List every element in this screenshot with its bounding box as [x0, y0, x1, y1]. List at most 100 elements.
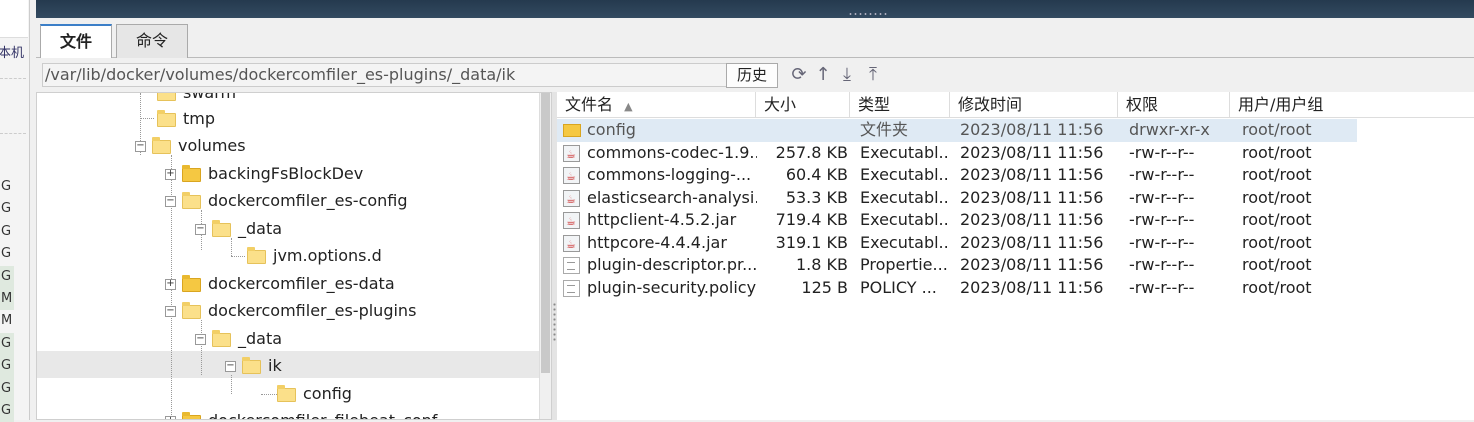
collapse-icon[interactable]: − [225, 361, 236, 372]
file-modified: 2023/08/11 11:56 [960, 232, 1104, 252]
column-header-type[interactable]: 类型 [850, 92, 950, 118]
path-input[interactable]: /var/lib/docker/volumes/dockercomfiler_e… [42, 63, 762, 87]
folder-icon [242, 356, 261, 374]
upload-icon[interactable]: ⤒ [862, 64, 884, 86]
divider [0, 78, 26, 134]
tree-node[interactable]: − dockercomfiler_es-plugins [165, 298, 416, 324]
file-permissions: -rw-r--r-- [1129, 210, 1195, 229]
file-row[interactable]: plugin-security.policy 125 B POLICY ... 202… [557, 277, 1357, 300]
tree-node[interactable]: + dockercomfiler_filebeat_conf [165, 408, 437, 419]
file-permissions: -rw-r--r-- [1129, 142, 1195, 162]
collapse-icon[interactable]: − [165, 306, 176, 317]
file-row[interactable]: config 文件夹 2023/08/11 11:56 drwxr-xr-x root/… [557, 119, 1357, 142]
file-name: httpclient-4.5.2.jar [587, 210, 737, 229]
unit-label: G [0, 265, 14, 288]
unit-label: G [1, 201, 12, 217]
tree-node-label: volumes [178, 136, 246, 155]
unit-label: G [0, 355, 14, 378]
file-size: 60.4 KB [785, 165, 848, 184]
tab-commands[interactable]: 命令 [116, 24, 188, 58]
tree-selection-highlight [37, 351, 551, 378]
file-size: 257.8 KB [775, 142, 848, 162]
file-size: 53.3 KB [785, 187, 848, 207]
column-label: 文件名 [565, 95, 614, 114]
download-icon[interactable]: ⤓ [836, 64, 858, 86]
resize-grip-icon[interactable] [848, 12, 888, 16]
tab-files[interactable]: 文件 [40, 24, 112, 59]
file-type: 文件夹 [860, 120, 909, 139]
collapse-icon[interactable]: − [195, 334, 206, 345]
file-modified: 2023/08/11 11:56 [960, 277, 1104, 297]
scrollbar-thumb[interactable] [541, 93, 550, 373]
file-permissions: -rw-r--r-- [1129, 187, 1195, 207]
file-type: Executabl... [860, 165, 948, 184]
history-button[interactable]: 历史 [726, 63, 778, 88]
file-size: 719.4 KB [775, 210, 848, 229]
jar-icon [563, 144, 580, 166]
file-row[interactable]: commons-logging-... 60.4 KB Executabl... 20… [557, 164, 1357, 188]
tree-node[interactable]: − _data [195, 216, 282, 242]
file-owner: root/root [1242, 120, 1312, 139]
tree-node[interactable]: − volumes [135, 133, 246, 159]
expand-icon[interactable]: + [165, 416, 176, 419]
column-header-owner[interactable]: 用户/用户组 [1230, 92, 1350, 118]
tree-node[interactable]: jvm.options.d [247, 243, 382, 269]
collapse-icon[interactable]: − [165, 196, 176, 207]
tree-node[interactable]: swarm [157, 93, 236, 106]
file-row[interactable]: httpclient-4.5.2.jar 719.4 KB Executabl...… [557, 209, 1357, 233]
file-row[interactable]: plugin-descriptor.pr... 1.8 KB Propertie..… [557, 254, 1357, 277]
column-header-size[interactable]: 大小 [756, 92, 850, 118]
tree-node-label: _data [238, 219, 283, 238]
file-permissions: -rw-r--r-- [1129, 255, 1195, 274]
column-header-name[interactable]: 文件名 ▲ [557, 92, 756, 118]
file-permissions: drwxr-xr-x [1129, 120, 1210, 139]
file-list-header: 文件名 ▲ 大小 类型 修改时间 权限 用户/用户组 [557, 92, 1474, 118]
file-size: 125 B [801, 277, 848, 297]
file-name: elasticsearch-analysi... [587, 187, 757, 207]
tree-node-label: config [303, 384, 352, 403]
file-row[interactable]: httpcore-4.4.4.jar 319.1 KB Executabl... 20… [557, 232, 1357, 256]
column-header-modified[interactable]: 修改时间 [950, 92, 1118, 118]
file-row[interactable]: commons-codec-1.9.... 257.8 KB Executabl..… [557, 142, 1357, 166]
window-top-bar [36, 0, 1474, 18]
file-row[interactable]: elasticsearch-analysi... 53.3 KB Executabl… [557, 187, 1357, 211]
jar-icon [563, 189, 580, 211]
tree-node-label: backingFsBlockDev [208, 164, 364, 183]
up-icon[interactable]: ↑ [812, 64, 834, 86]
file-name: httpcore-4.4.4.jar [587, 232, 727, 252]
tree-node[interactable]: + dockercomfiler_es-data [165, 271, 395, 297]
file-size: 319.1 KB [775, 232, 848, 252]
sort-ascending-icon: ▲ [624, 100, 633, 113]
text-file-icon [563, 257, 580, 274]
folder-icon [182, 301, 201, 319]
tree-node[interactable]: − _data [195, 326, 282, 352]
file-owner: root/root [1242, 142, 1312, 162]
tree-scrollbar[interactable] [539, 93, 551, 419]
file-owner: root/root [1242, 277, 1312, 297]
tree-node[interactable]: config [277, 381, 352, 407]
file-name: commons-codec-1.9.... [587, 142, 757, 162]
tree-node[interactable]: + backingFsBlockDev [165, 161, 363, 187]
folder-icon [247, 246, 266, 264]
column-header-permissions[interactable]: 权限 [1118, 92, 1230, 118]
tree-node-selected[interactable]: − ik [225, 353, 282, 379]
collapse-icon[interactable]: − [135, 141, 146, 152]
file-owner: root/root [1242, 255, 1312, 274]
expand-icon[interactable]: + [165, 279, 176, 290]
unit-label: G [0, 399, 14, 422]
refresh-icon[interactable]: ⟳ [788, 64, 810, 86]
folder-icon [212, 219, 231, 237]
unit-label: G [1, 179, 12, 194]
file-owner: root/root [1242, 232, 1312, 252]
file-icon [563, 279, 580, 297]
folder-icon [182, 191, 201, 209]
collapse-icon[interactable]: − [195, 224, 206, 235]
tree-node-label: dockercomfiler_es-plugins [208, 301, 417, 320]
file-type: Executabl... [860, 210, 948, 229]
tree-node[interactable]: tmp [157, 106, 215, 132]
tree-node[interactable]: − dockercomfiler_es-config [165, 188, 408, 214]
host-label[interactable]: 本机 [0, 42, 24, 61]
folder-icon [277, 384, 296, 402]
tab-bar: 文件 命令 [36, 18, 1474, 59]
expand-icon[interactable]: + [165, 169, 176, 180]
